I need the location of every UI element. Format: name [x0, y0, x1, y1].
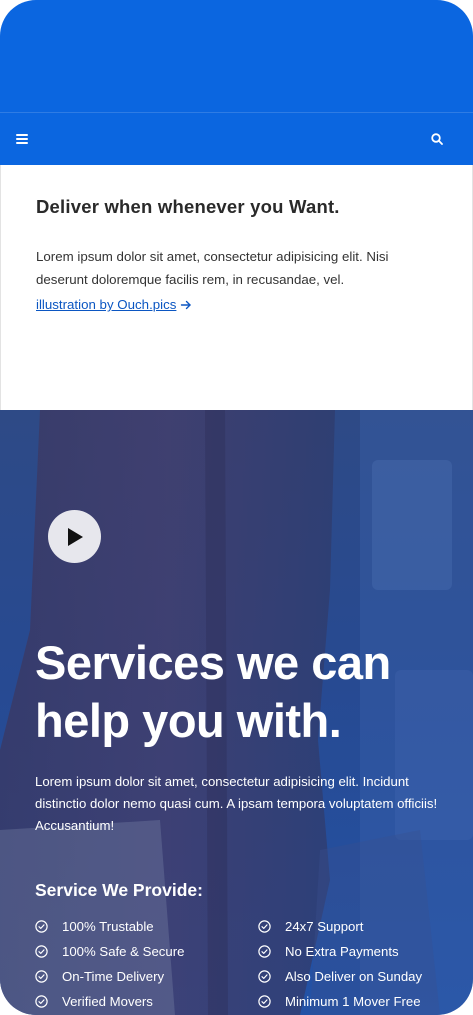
service-item: Minimum 1 Mover Free	[258, 993, 435, 1009]
illustration-credit-link[interactable]: illustration by Ouch.pics	[36, 297, 192, 312]
services-title: Services we can help you with.	[35, 634, 455, 750]
service-item: 100% Trustable	[35, 918, 258, 934]
check-circle-icon	[258, 919, 271, 933]
service-item-label: 24x7 Support	[285, 918, 364, 934]
check-circle-icon	[35, 969, 48, 983]
service-item-label: Verified Movers	[62, 993, 153, 1009]
service-item-label: No Extra Payments	[285, 943, 399, 959]
check-circle-icon	[35, 919, 48, 933]
services-section: Services we can help you with. Lorem ips…	[0, 410, 473, 1015]
service-item: Verified Movers	[35, 993, 258, 1009]
intro-section: Deliver when whenever you Want. Lorem ip…	[0, 165, 473, 410]
service-item-label: 100% Safe & Secure	[62, 943, 185, 959]
service-item-label: On-Time Delivery	[62, 968, 165, 984]
service-item: 24x7 Support	[258, 918, 435, 934]
search-icon[interactable]	[431, 133, 443, 145]
services-title-line1: Services we can	[35, 636, 391, 689]
check-circle-icon	[258, 994, 271, 1008]
services-title-line2: help you with.	[35, 694, 342, 747]
phone-frame: Deliver when whenever you Want. Lorem ip…	[0, 0, 473, 1015]
arrow-right-icon	[181, 300, 192, 309]
service-item-label: Minimum 1 Mover Free	[285, 993, 421, 1009]
navbar	[0, 112, 473, 165]
play-video-button[interactable]	[48, 510, 101, 563]
service-item-label: Also Deliver on Sunday	[285, 968, 423, 984]
services-subheading: Service We Provide:	[35, 880, 203, 900]
play-icon	[67, 527, 83, 546]
status-area	[0, 0, 473, 112]
intro-title: Deliver when whenever you Want.	[36, 196, 340, 217]
service-item: On-Time Delivery	[35, 968, 258, 984]
check-circle-icon	[35, 944, 48, 958]
illustration-credit-label: illustration by Ouch.pics	[36, 297, 177, 312]
check-circle-icon	[35, 994, 48, 1008]
service-item: No Extra Payments	[258, 943, 435, 959]
services-list: 100% Trustable 24x7 Support 100% Safe & …	[35, 918, 435, 1009]
check-circle-icon	[258, 944, 271, 958]
intro-body: Lorem ipsum dolor sit amet, consectetur …	[36, 249, 389, 287]
services-description: Lorem ipsum dolor sit amet, consectetur …	[35, 774, 438, 833]
hamburger-menu-icon[interactable]	[16, 133, 28, 145]
service-item-label: 100% Trustable	[62, 918, 154, 934]
service-item: 100% Safe & Secure	[35, 943, 258, 959]
check-circle-icon	[258, 969, 271, 983]
service-item: Also Deliver on Sunday	[258, 968, 435, 984]
